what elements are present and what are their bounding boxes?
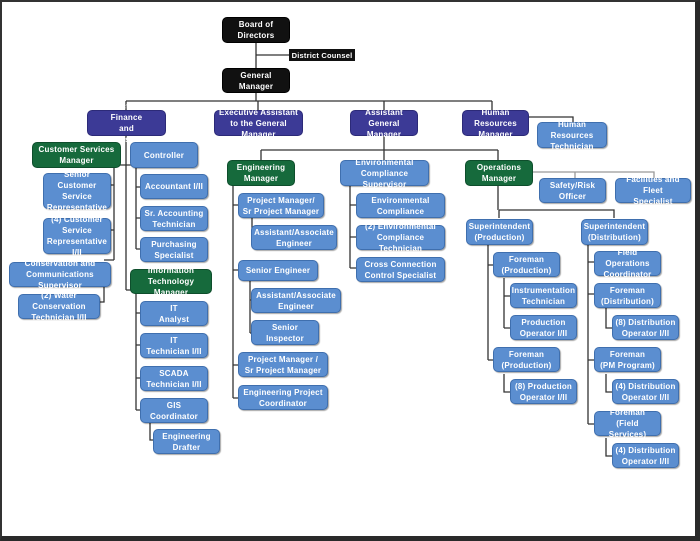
node-district-counsel[interactable]: District Counsel [289,49,355,61]
node-project-manager-2[interactable]: Project Manager / Sr Project Manager [238,352,328,377]
node-instrumentation-tech[interactable]: Instrumentation Technician [510,283,577,308]
node-assistant-gm[interactable]: Assistant General Manager [350,108,418,139]
node-sr-accounting-tech[interactable]: Sr. Accounting Technician [140,206,208,231]
node-dist-operator-4a[interactable]: (4) Distribution Operator I/II [612,379,679,404]
node-senior-csr[interactable]: Senior Customer Service Representative [43,170,111,212]
node-hr-technician[interactable]: Human Resources Technician [537,120,607,151]
node-csr[interactable]: (4) Customer Service Representative I/II [43,215,111,257]
node-it-technician[interactable]: IT Technician I/II [140,333,208,358]
node-conservation-supervisor[interactable]: Conservation and Communications Supervis… [9,259,111,290]
node-project-manager-1[interactable]: Project Manager/ Sr Project Manager [238,193,324,218]
node-assoc-engineer-2[interactable]: Assistant/Associate Engineer [251,288,341,313]
node-gis-coordinator[interactable]: GIS Coordinator [140,398,208,423]
node-foreman-distribution[interactable]: Foreman (Distribution) [594,283,661,308]
node-supt-distribution[interactable]: Superintendent (Distribution) [581,219,648,245]
node-dist-operator-4b[interactable]: (4) Distribution Operator I/II [612,443,679,468]
node-senior-inspector[interactable]: Senior Inspector [251,320,319,345]
node-sr-env-tech[interactable]: Senior Environmental Compliance Technici… [356,185,445,227]
node-assoc-engineer-1[interactable]: Assistant/Associate Engineer [251,225,337,250]
node-engineering-manager[interactable]: Engineering Manager [227,160,295,186]
node-it-manager[interactable]: Information Technology Manager [130,266,212,297]
connector-gm-bar [125,92,493,110]
node-director-finance[interactable]: Director of Finance and Administration [87,102,166,144]
node-customer-services-manager[interactable]: Customer Services Manager [32,142,121,168]
node-operations-manager[interactable]: Operations Manager [465,160,533,186]
node-general-manager[interactable]: General Manager [222,68,290,93]
node-eng-project-coordinator[interactable]: Engineering Project Coordinator [238,385,328,410]
node-foreman-production-2[interactable]: Foreman (Production) [493,347,560,372]
node-scada-technician[interactable]: SCADA Technician I/II [140,366,208,391]
node-supt-production[interactable]: Superintendent (Production) [466,219,533,245]
node-controller[interactable]: Controller [130,142,198,168]
node-foreman-production-1[interactable]: Foreman (Production) [493,252,560,277]
node-water-conservation-tech[interactable]: (2) Water Conservation Technician I/II [18,291,100,322]
node-foreman-pm[interactable]: Foreman (PM Program) [594,347,661,372]
node-foreman-field[interactable]: Foreman (Field Services) [594,408,661,439]
node-field-ops-coordinator[interactable]: Field Operations Coordinator [594,248,661,279]
node-production-operator[interactable]: Production Operator I/II [510,315,577,340]
node-facilities-specialist[interactable]: Facilities and Fleet Specialist [615,175,691,206]
node-purchasing-specialist[interactable]: Purchasing Specialist [140,237,208,262]
node-hr-manager[interactable]: Human Resources Manager [462,108,529,139]
node-senior-engineer[interactable]: Senior Engineer [238,260,318,281]
node-safety-officer[interactable]: Safety/Risk Officer [539,178,606,203]
node-env-tech[interactable]: (2) Environmental Compliance Technician [356,222,445,253]
node-cross-connection[interactable]: Cross Connection Control Specialist [356,257,445,282]
node-executive-assistant[interactable]: Executive Assistant to the General Manag… [214,108,303,139]
node-production-operator-8[interactable]: (8) Production Operator I/II [510,379,577,404]
node-engineering-drafter[interactable]: Engineering Drafter [153,429,220,454]
node-it-analyst[interactable]: IT Analyst [140,301,208,326]
node-board-of-directors[interactable]: Board of Directors [222,17,290,43]
node-dist-operator-8[interactable]: (8) Distribution Operator I/II [612,315,679,340]
node-accountant[interactable]: Accountant I/II [140,174,208,199]
node-env-supervisor[interactable]: Environmental Compliance Supervisor [340,158,429,189]
